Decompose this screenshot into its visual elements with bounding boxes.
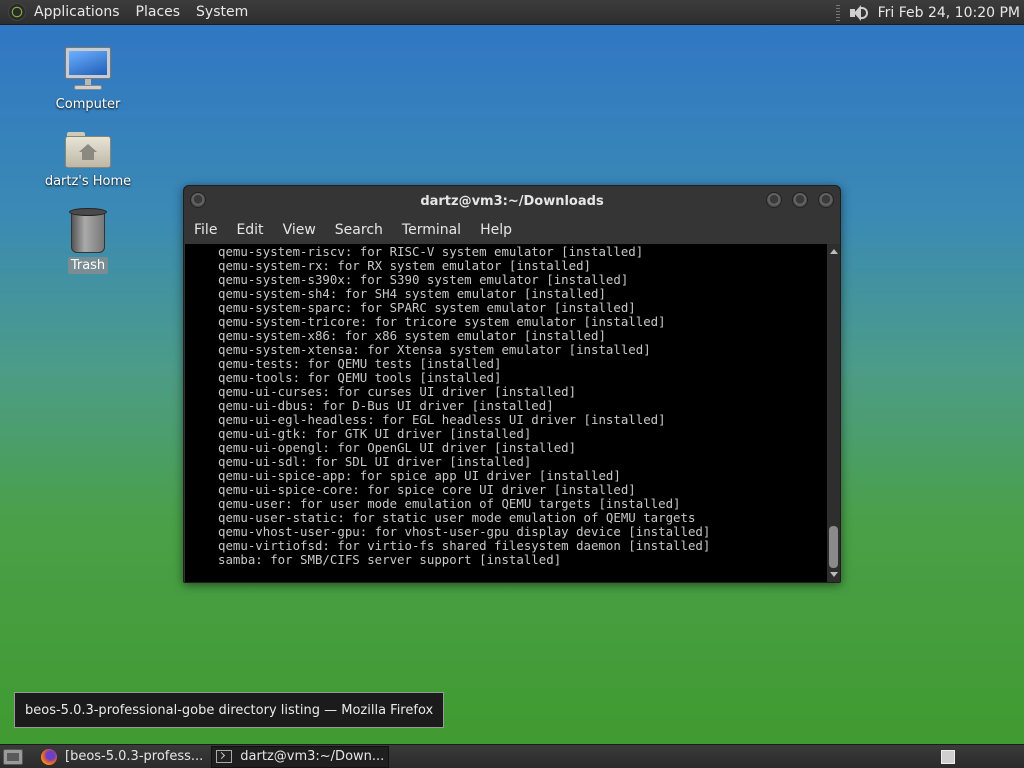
menu-edit[interactable]: Edit [228, 222, 271, 238]
terminal-line: qemu-virtiofsd: for virtio-fs shared fil… [218, 538, 711, 553]
scroll-down-icon[interactable] [830, 572, 838, 577]
terminal-line: qemu-user-static: for static user mode e… [218, 510, 696, 525]
terminal-line: qemu-system-sh4: for SH4 system emulator… [218, 286, 606, 301]
bottom-panel: [beos-5.0.3-profess... dartz@vm3:~/Down.… [0, 744, 1024, 768]
desktop-icon-label: Computer [55, 97, 121, 112]
scrollbar-thumb[interactable] [829, 526, 838, 568]
clock[interactable]: Fri Feb 24, 10:20 PM [878, 5, 1020, 21]
taskbar-item-firefox[interactable]: [beos-5.0.3-profess... [61, 746, 207, 768]
taskbar-item-terminal[interactable]: dartz@vm3:~/Down... [211, 745, 390, 768]
terminal-line: qemu-ui-curses: for curses UI driver [in… [218, 384, 577, 399]
gnome-foot-icon[interactable] [8, 3, 26, 21]
close-button[interactable] [818, 192, 834, 208]
desktop-icon-label: Trash [67, 257, 109, 274]
menu-applications[interactable]: Applications [26, 0, 128, 25]
menu-places[interactable]: Places [128, 0, 189, 25]
panel-handle[interactable] [835, 4, 840, 21]
terminal-line: qemu-system-riscv: for RISC-V system emu… [218, 244, 644, 259]
taskbar-item-label: dartz@vm3:~/Down... [240, 749, 385, 764]
top-panel: Applications Places System Fri Feb 24, 1… [0, 0, 1024, 25]
menu-view[interactable]: View [275, 222, 324, 238]
terminal-line: qemu-system-xtensa: for Xtensa system em… [218, 342, 651, 357]
terminal-line: samba: for SMB/CIFS server support [inst… [218, 552, 562, 567]
menu-system[interactable]: System [188, 0, 256, 25]
workspace-switcher-icon[interactable] [941, 750, 955, 764]
terminal-output[interactable]: qemu-system-riscv: for RISC-V system emu… [185, 244, 827, 582]
terminal-line: qemu-tests: for QEMU tests [installed] [218, 356, 502, 371]
terminal-line: qemu-ui-egl-headless: for EGL headless U… [218, 412, 666, 427]
desktop-icon-computer[interactable]: Computer [38, 47, 138, 113]
terminal-scrollbar[interactable] [827, 244, 840, 582]
desktop-icon-trash[interactable]: Trash [38, 206, 138, 274]
menu-help[interactable]: Help [472, 222, 520, 238]
minimize-button[interactable] [766, 192, 782, 208]
terminal-line: qemu-ui-dbus: for D-Bus UI driver [insta… [218, 398, 554, 413]
show-desktop-icon[interactable] [3, 748, 23, 765]
terminal-line: qemu-ui-spice-core: for spice core UI dr… [218, 482, 636, 497]
terminal-line: qemu-vhost-user-gpu: for vhost-user-gpu … [218, 524, 711, 539]
terminal-line: qemu-ui-opengl: for OpenGL UI driver [in… [218, 440, 577, 455]
window-titlebar[interactable]: dartz@vm3:~/Downloads [184, 186, 840, 216]
firefox-icon [41, 748, 57, 765]
terminal-line: qemu-tools: for QEMU tools [installed] [218, 370, 502, 385]
main-menu: Applications Places System [26, 0, 256, 25]
scroll-up-icon[interactable] [830, 249, 838, 254]
menu-search[interactable]: Search [327, 222, 391, 238]
maximize-button[interactable] [792, 192, 808, 208]
terminal-line: qemu-ui-sdl: for SDL UI driver [installe… [218, 454, 532, 469]
desktop-icon-home[interactable]: dartz's Home [38, 130, 138, 190]
tooltip-text: beos-5.0.3-professional-gobe directory l… [25, 702, 434, 718]
taskbar-tooltip: beos-5.0.3-professional-gobe directory l… [14, 692, 445, 728]
terminal-line: qemu-system-rx: for RX system emulator [… [218, 258, 591, 273]
terminal-line: qemu-system-x86: for x86 system emulator… [218, 328, 606, 343]
volume-icon[interactable] [848, 4, 868, 22]
trash-icon [68, 206, 108, 254]
terminal-lines: qemu-system-riscv: for RISC-V system emu… [185, 244, 827, 567]
terminal-line: qemu-system-sparc: for SPARC system emul… [218, 300, 636, 315]
terminal-menubar: File Edit View Search Terminal Help [184, 216, 840, 244]
terminal-line: qemu-ui-gtk: for GTK UI driver [installe… [218, 426, 532, 441]
terminal-icon [216, 750, 233, 763]
desktop-icon-label: dartz's Home [44, 174, 132, 189]
top-panel-tray: Fri Feb 24, 10:20 PM [835, 0, 1024, 25]
window-title: dartz@vm3:~/Downloads [420, 193, 604, 209]
menu-file[interactable]: File [186, 222, 225, 238]
terminal-line: qemu-system-s390x: for S390 system emula… [218, 272, 629, 287]
terminal-line: qemu-system-tricore: for tricore system … [218, 314, 666, 329]
window-menu-button[interactable] [190, 192, 206, 208]
menu-terminal[interactable]: Terminal [394, 222, 469, 238]
terminal-line: qemu-user: for user mode emulation of QE… [218, 496, 681, 511]
taskbar-item-label: [beos-5.0.3-profess... [65, 749, 204, 764]
computer-icon [64, 47, 112, 93]
home-folder-icon [65, 130, 111, 170]
terminal-line: qemu-ui-spice-app: for spice app UI driv… [218, 468, 621, 483]
terminal-window[interactable]: dartz@vm3:~/Downloads File Edit View Sea… [183, 185, 841, 583]
